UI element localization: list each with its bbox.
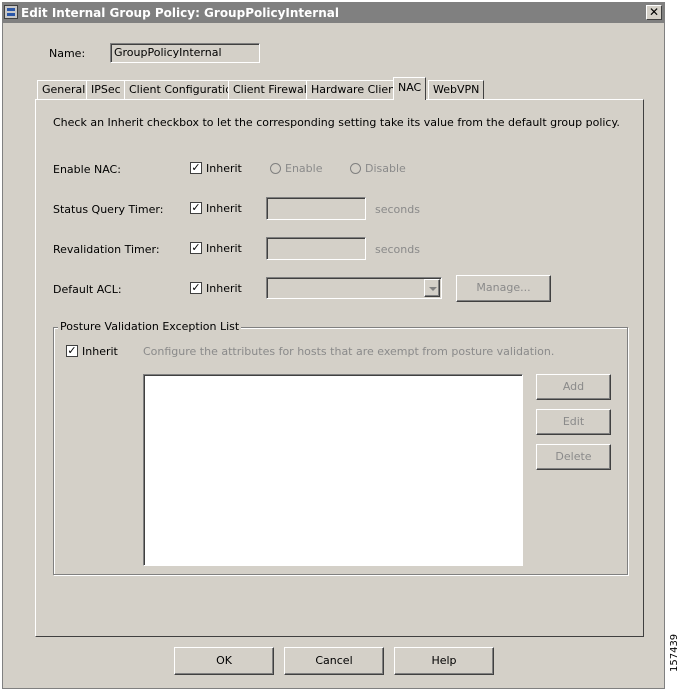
add-button[interactable]: Add <box>536 374 611 400</box>
status-query-inherit-label: Inherit <box>206 202 242 215</box>
posture-inherit-label: Inherit <box>82 345 118 358</box>
instruction-text: Check an Inherit checkbox to let the cor… <box>53 116 620 129</box>
edit-button[interactable]: Edit <box>536 409 611 435</box>
disable-radio[interactable] <box>350 163 361 174</box>
revalidation-inherit-label: Inherit <box>206 242 242 255</box>
help-button[interactable]: Help <box>394 647 494 675</box>
check-icon: ✓ <box>191 241 201 254</box>
disable-radio-label: Disable <box>365 162 406 175</box>
exception-list[interactable] <box>143 374 523 566</box>
window-title: Edit Internal Group Policy: GroupPolicyI… <box>21 6 339 20</box>
revalidation-timer-label: Revalidation Timer: <box>53 243 160 256</box>
default-acl-select[interactable] <box>266 277 442 299</box>
posture-description: Configure the attributes for hosts that … <box>143 345 555 358</box>
check-icon: ✓ <box>191 161 201 174</box>
name-value: GroupPolicyInternal <box>114 46 222 59</box>
enable-nac-inherit-checkbox[interactable]: ✓ <box>190 162 202 174</box>
status-query-timer-label: Status Query Timer: <box>53 203 164 216</box>
check-icon: ✓ <box>67 344 77 357</box>
tab-webvpn[interactable]: WebVPN <box>428 80 485 99</box>
enable-radio[interactable] <box>270 163 281 174</box>
close-button[interactable]: ✕ <box>646 5 662 20</box>
tab-nac[interactable]: NAC <box>393 77 427 100</box>
check-icon: ✓ <box>191 281 201 294</box>
default-acl-label: Default ACL: <box>53 283 122 296</box>
enable-nac-label: Enable NAC: <box>53 163 121 176</box>
close-icon: ✕ <box>648 5 660 19</box>
tab-client-configuration[interactable]: Client Configuration <box>124 80 244 99</box>
status-query-inherit-checkbox[interactable]: ✓ <box>190 202 202 214</box>
default-acl-inherit-label: Inherit <box>206 282 242 295</box>
posture-group-label: Posture Validation Exception List <box>58 320 242 333</box>
name-label: Name: <box>49 47 86 60</box>
manage-button[interactable]: Manage... <box>456 275 551 302</box>
posture-inherit-checkbox[interactable]: ✓ <box>66 345 78 357</box>
status-query-timer-input[interactable] <box>266 197 366 220</box>
enable-radio-label: Enable <box>285 162 323 175</box>
tab-client-firewall[interactable]: Client Firewall <box>228 80 315 99</box>
chevron-down-icon[interactable] <box>424 279 440 297</box>
default-acl-inherit-checkbox[interactable]: ✓ <box>190 282 202 294</box>
tab-ipsec[interactable]: IPSec <box>86 80 126 99</box>
revalidation-unit: seconds <box>375 243 420 256</box>
tab-general[interactable]: General <box>37 80 91 99</box>
name-field: GroupPolicyInternal <box>110 43 260 63</box>
tab-hardware-client[interactable]: Hardware Client <box>306 80 405 99</box>
app-icon <box>4 5 18 19</box>
enable-nac-inherit-label: Inherit <box>206 162 242 175</box>
figure-id: 157439 <box>669 633 680 672</box>
cancel-button[interactable]: Cancel <box>284 647 384 675</box>
ok-button[interactable]: OK <box>174 647 274 675</box>
check-icon: ✓ <box>191 201 201 214</box>
status-query-unit: seconds <box>375 203 420 216</box>
revalidation-timer-input[interactable] <box>266 237 366 260</box>
delete-button[interactable]: Delete <box>536 444 611 470</box>
revalidation-inherit-checkbox[interactable]: ✓ <box>190 242 202 254</box>
